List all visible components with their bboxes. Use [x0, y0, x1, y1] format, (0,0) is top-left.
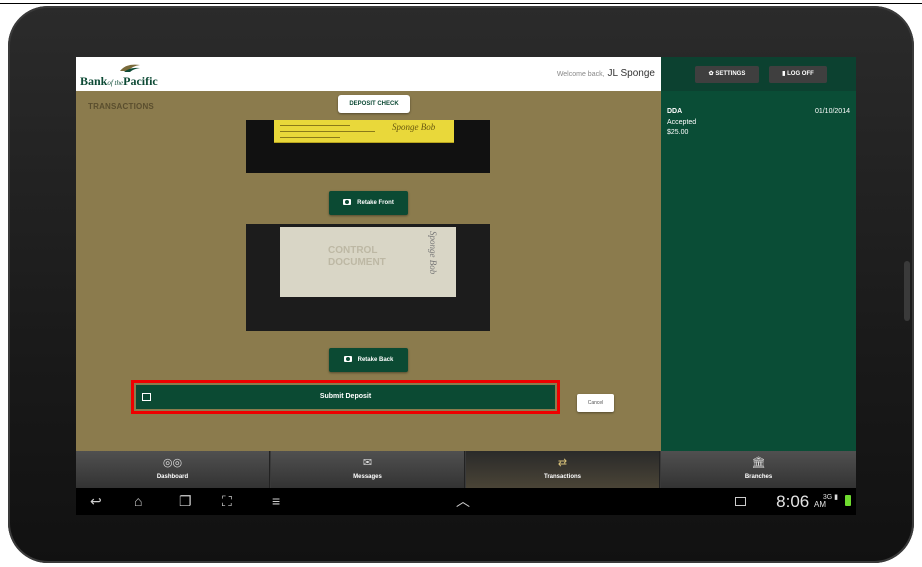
- cancel-button[interactable]: Cancel: [577, 394, 614, 412]
- logo-mark-icon: [120, 64, 140, 72]
- right-header: ✿ SETTINGS ▮ LOG OFF: [661, 57, 856, 91]
- welcome-prefix: Welcome back,: [556, 71, 605, 78]
- transaction-account: DDA: [667, 108, 683, 115]
- bank-building-icon: 🏛: [751, 457, 766, 469]
- transaction-amount: $25.00: [667, 129, 689, 136]
- deposit-content: TRANSACTIONS DEPOSIT CHECK Sponge Bob Re…: [76, 91, 661, 451]
- recent-apps-icon[interactable]: ❐: [179, 493, 192, 509]
- section-title: TRANSACTIONS: [88, 102, 154, 111]
- check-back-image: CONTROL DOCUMENT Sponge Bob: [246, 224, 490, 331]
- top-border-line: [0, 3, 922, 4]
- check-front-paper: Sponge Bob: [274, 120, 454, 143]
- bank-logo[interactable]: Bankof thePacific: [80, 61, 180, 89]
- gallery-notification-icon: [735, 497, 746, 506]
- transaction-date: 01/10/2014: [814, 108, 850, 115]
- settings-button[interactable]: ✿ SETTINGS: [695, 66, 759, 83]
- android-system-bar: ↩ ⌂ ❐ ⛶ ≡ ︿ 8:06 AM 3G ▮: [76, 488, 856, 515]
- log-off-button[interactable]: ▮ LOG OFF: [769, 66, 827, 83]
- nav-branches[interactable]: 🏛 Branches: [661, 451, 856, 488]
- network-indicator: 3G ▮: [822, 494, 838, 501]
- check-front-image: Sponge Bob: [246, 120, 490, 173]
- nav-messages[interactable]: ✉ Messages: [271, 451, 465, 488]
- nav-dashboard[interactable]: ◎◎ Dashboard: [76, 451, 270, 488]
- tablet-side-button: [904, 261, 910, 321]
- app-screen: Bankof thePacific Welcome back, JL Sponge…: [76, 57, 856, 515]
- battery-icon: [845, 495, 851, 506]
- welcome-message: Welcome back, JL Sponge: [557, 68, 655, 79]
- camera-icon: [343, 356, 352, 363]
- chevron-up-icon[interactable]: ︿: [456, 493, 470, 509]
- camera-icon: [343, 199, 352, 206]
- back-icon[interactable]: ↩: [90, 493, 102, 509]
- back-stamp: CONTROL DOCUMENT: [328, 245, 386, 268]
- nav-transactions[interactable]: ⇄ Transactions: [466, 451, 660, 488]
- logo-text: Bankof thePacific: [80, 74, 158, 88]
- transfer-arrows-icon: ⇄: [557, 457, 568, 469]
- envelope-icon: ✉: [362, 457, 373, 469]
- home-icon[interactable]: ⌂: [134, 493, 142, 509]
- screenshot-icon[interactable]: ⛶: [222, 493, 232, 509]
- tab-deposit-check[interactable]: DEPOSIT CHECK: [338, 95, 410, 113]
- glasses-icon: ◎◎: [162, 457, 183, 469]
- transaction-status: Accepted: [667, 119, 697, 126]
- bottom-navigation: ◎◎ Dashboard ✉ Messages ⇄ Transactions 🏛…: [76, 451, 856, 488]
- check-back-paper: CONTROL DOCUMENT Sponge Bob: [280, 227, 456, 297]
- menu-icon[interactable]: ≡: [272, 493, 280, 509]
- front-signature: Sponge Bob: [392, 122, 436, 132]
- app-header: Bankof thePacific Welcome back, JL Sponge: [76, 57, 661, 91]
- status-clock: 8:06 AM: [776, 492, 826, 511]
- retake-front-button[interactable]: Retake Front: [329, 191, 408, 215]
- retake-back-button[interactable]: Retake Back: [329, 348, 408, 372]
- submit-highlight-box: [131, 380, 560, 414]
- user-name: JL Sponge: [607, 68, 655, 79]
- back-signature: Sponge Bob: [428, 231, 438, 275]
- recent-transactions-panel: DDA 01/10/2014 Accepted $25.00: [661, 91, 856, 451]
